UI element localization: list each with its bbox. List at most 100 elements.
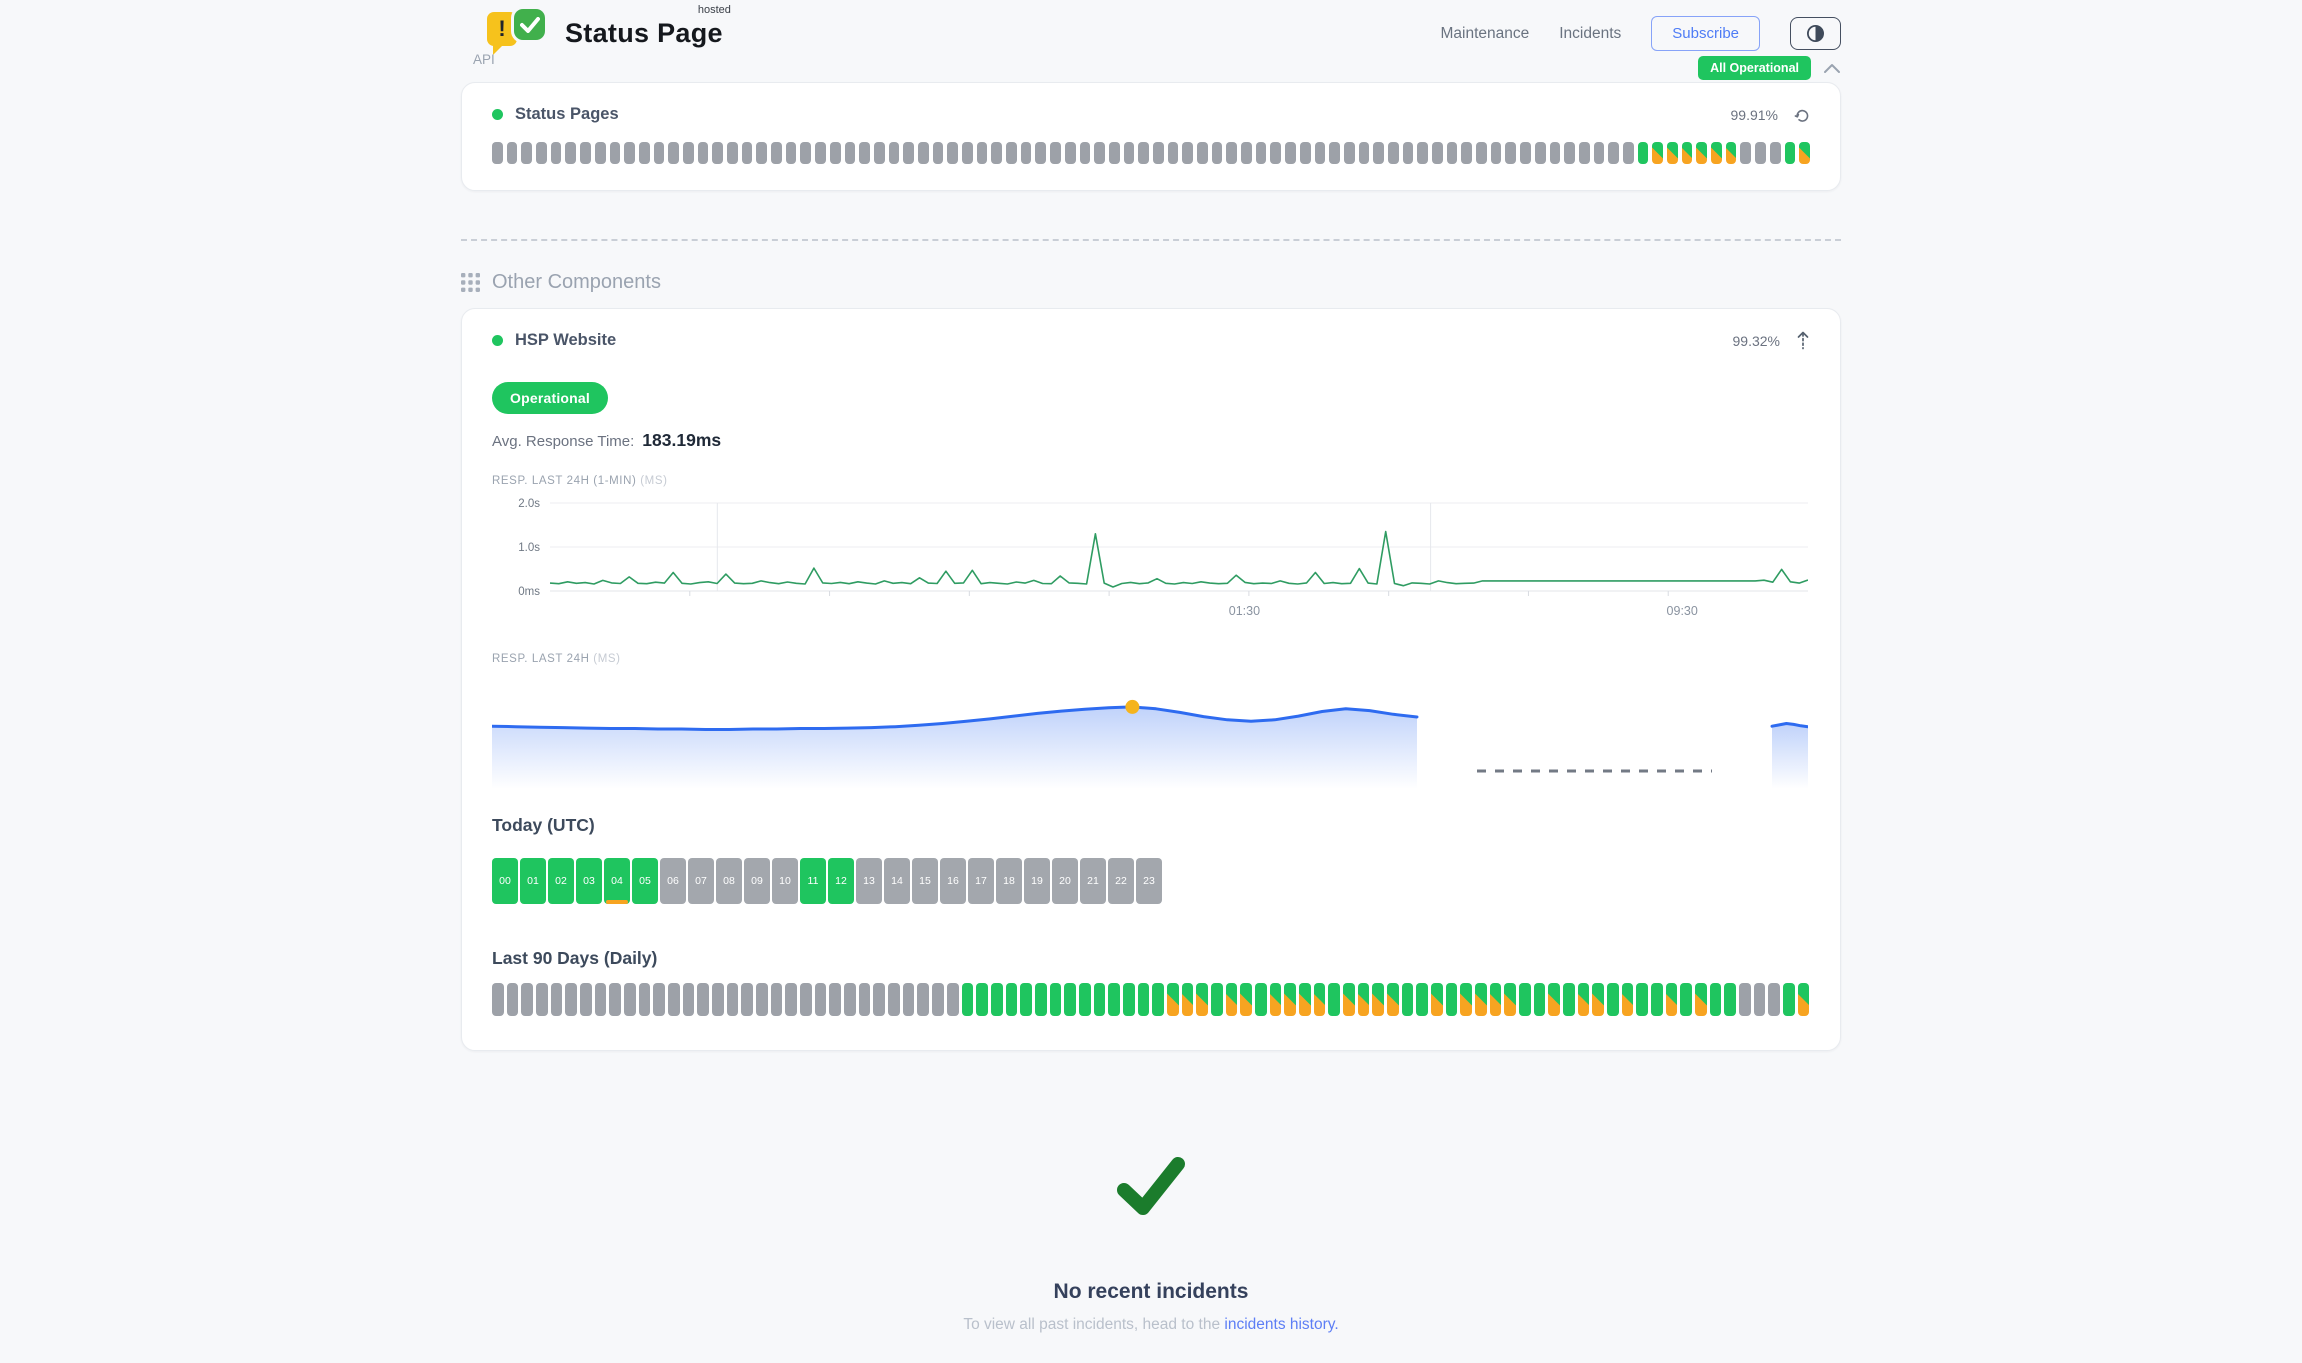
chevron-up-icon[interactable] xyxy=(1823,63,1841,74)
uptime-bar xyxy=(800,983,812,1016)
uptime-bar xyxy=(1299,983,1311,1016)
uptime-bar xyxy=(844,983,856,1016)
uptime-bar xyxy=(1079,983,1091,1016)
uptime-bar xyxy=(873,983,885,1016)
uptime-bar xyxy=(1783,983,1795,1016)
hour-block-04: 04 xyxy=(604,858,630,904)
hour-block-17: 17 xyxy=(968,858,994,904)
uptime-bar xyxy=(742,142,753,164)
uptime-bar xyxy=(947,142,958,164)
uptime-bar xyxy=(1372,983,1384,1016)
status-badge: All Operational xyxy=(1698,56,1811,80)
subscribe-button[interactable]: Subscribe xyxy=(1651,16,1760,51)
uptime-bar xyxy=(1491,142,1502,164)
component-status-dot xyxy=(492,335,503,346)
uptime-bar xyxy=(1578,983,1590,1016)
uptime-bar xyxy=(830,142,841,164)
logo-icon: ! xyxy=(487,6,551,56)
uptime-bar xyxy=(536,142,547,164)
uptime-bar xyxy=(639,983,651,1016)
uptime-bar xyxy=(1667,142,1678,164)
uptime-bar xyxy=(1608,142,1619,164)
uptime-bar xyxy=(1255,983,1267,1016)
uptime-bar xyxy=(1740,142,1751,164)
uptime-bar xyxy=(565,983,577,1016)
hsp-website-card: HSP Website 99.32% Operational Avg. Resp… xyxy=(461,308,1841,1051)
uptime-bar xyxy=(492,983,504,1016)
uptime-bar xyxy=(1050,142,1061,164)
uptime-bar xyxy=(1226,142,1237,164)
uptime-bar xyxy=(1284,983,1296,1016)
incidents-history-link[interactable]: incidents history. xyxy=(1224,1316,1338,1333)
uptime-bar xyxy=(933,142,944,164)
half-circle-theme-icon xyxy=(1805,23,1826,44)
uptime-bar xyxy=(1799,142,1810,164)
uptime-bar xyxy=(1256,142,1267,164)
uptime-bar xyxy=(727,142,738,164)
uptime-bar xyxy=(668,983,680,1016)
svg-text:01:30: 01:30 xyxy=(1229,604,1260,618)
uptime-bar xyxy=(1006,983,1018,1016)
uptime-bar xyxy=(1138,142,1149,164)
uptime-bar xyxy=(756,983,768,1016)
hour-block-18: 18 xyxy=(996,858,1022,904)
component-name: HSP Website xyxy=(515,331,616,350)
uptime-bar xyxy=(786,142,797,164)
refresh-icon[interactable] xyxy=(1794,107,1810,123)
uptime-bar xyxy=(507,142,518,164)
svg-text:09:30: 09:30 xyxy=(1667,604,1698,618)
theme-toggle-button[interactable] xyxy=(1790,17,1841,50)
brand-name: Status Page xyxy=(565,18,723,48)
uptime-bar xyxy=(1711,142,1722,164)
uptime-bar xyxy=(1211,983,1223,1016)
uptime-bar xyxy=(712,983,724,1016)
hour-block-06: 06 xyxy=(660,858,686,904)
uptime-bar xyxy=(1050,983,1062,1016)
svg-text:1.0s: 1.0s xyxy=(518,542,540,554)
uptime-bar xyxy=(653,983,665,1016)
incidents-section: No recent incidents To view all past inc… xyxy=(461,1155,1841,1334)
uptime-bar xyxy=(697,983,709,1016)
uptime-bar xyxy=(1739,983,1751,1016)
uptime-bar xyxy=(1490,983,1502,1016)
collapse-arrow-up-icon[interactable] xyxy=(1796,331,1810,350)
topbar: ! Status Page hosted Maintenance Inciden… xyxy=(461,0,1841,82)
uptime-bar xyxy=(1416,983,1428,1016)
chart1-label: RESP. LAST 24H (1-MIN) (MS) xyxy=(492,475,1810,487)
uptime-bar xyxy=(1359,142,1370,164)
uptime-bar xyxy=(815,142,826,164)
dashed-divider xyxy=(461,239,1841,241)
uptime-bar xyxy=(610,142,621,164)
nav-maintenance[interactable]: Maintenance xyxy=(1440,25,1529,43)
today-heading: Today (UTC) xyxy=(492,815,1810,836)
uptime-bar xyxy=(1094,983,1106,1016)
uptime-bar xyxy=(1182,983,1194,1016)
uptime-bar xyxy=(771,983,783,1016)
big-check-icon xyxy=(1113,1155,1189,1217)
uptime-bar xyxy=(1240,983,1252,1016)
uptime-bar xyxy=(1138,983,1150,1016)
uptime-bar xyxy=(565,142,576,164)
uptime-bar xyxy=(1167,983,1179,1016)
uptime-bar xyxy=(580,983,592,1016)
logo-exclamation-bubble: ! xyxy=(487,12,517,46)
main-nav: Maintenance Incidents Subscribe xyxy=(1440,16,1841,51)
uptime-bar xyxy=(1682,142,1693,164)
uptime-bar xyxy=(932,983,944,1016)
uptime-bar xyxy=(551,983,563,1016)
uptime-bar xyxy=(1785,142,1796,164)
uptime-bar xyxy=(595,983,607,1016)
last90-bars xyxy=(492,983,1810,1016)
uptime-bar xyxy=(1314,983,1326,1016)
uptime-bar xyxy=(683,142,694,164)
uptime-bar xyxy=(1006,142,1017,164)
uptime-bar xyxy=(1651,983,1663,1016)
uptime-percentage: 99.32% xyxy=(1733,333,1780,349)
hour-block-19: 19 xyxy=(1024,858,1050,904)
hour-block-21: 21 xyxy=(1080,858,1106,904)
uptime-bar xyxy=(1666,983,1678,1016)
uptime-bar xyxy=(859,983,871,1016)
uptime-bar xyxy=(1123,983,1135,1016)
nav-incidents[interactable]: Incidents xyxy=(1559,25,1621,43)
component-status-dot xyxy=(492,109,503,120)
